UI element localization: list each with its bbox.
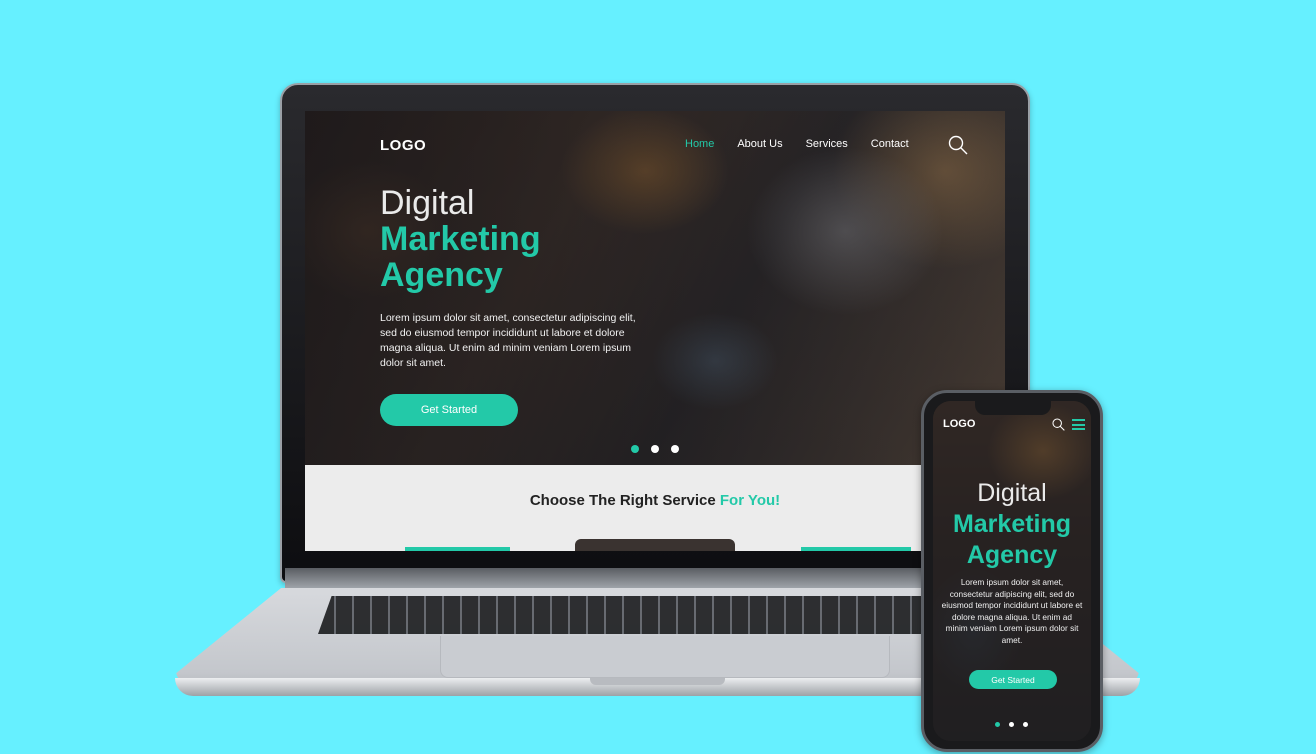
mobile-slider-dots [995,722,1028,727]
service-card-image-edge [575,539,735,551]
laptop-opening-notch [590,678,725,685]
services-heading: Choose The Right Service For You! [305,492,1005,509]
slider-dot-2[interactable] [651,445,659,453]
mobile-hero-heading-line1: Digital [977,479,1047,507]
mobile-hero-heading: Digital Marketing Agency [933,478,1091,571]
mobile-hero-description: Lorem ipsum dolor sit amet, consectetur … [941,577,1083,645]
nav-item-services[interactable]: Services [806,138,848,150]
mobile-hero-heading-line2: Marketing [952,510,1072,538]
mobile-get-started-button[interactable]: Get Started [969,670,1057,689]
hero-heading-line3: Agency [380,256,503,294]
nav-item-contact[interactable]: Contact [871,138,909,150]
laptop-keyboard [318,596,998,634]
phone-mockup: LOGO Digital Marketing Agency Lorem ipsu… [921,390,1103,752]
laptop-screen: LOGO Home About Us Services Contact Digi… [305,111,1005,551]
slider-dot-3[interactable] [671,445,679,453]
mobile-slider-dot-2[interactable] [1009,722,1014,727]
mobile-logo[interactable]: LOGO [943,418,975,430]
service-card-edge [801,547,911,551]
phone-screen: LOGO Digital Marketing Agency Lorem ipsu… [933,401,1091,741]
hero-heading-line2: Marketing [380,220,541,258]
nav-item-about-us[interactable]: About Us [737,138,782,150]
service-card-edge [405,547,510,551]
slider-dot-1[interactable] [631,445,639,453]
main-nav: Home About Us Services Contact [685,138,909,150]
mobile-hero-heading-line3: Agency [966,541,1058,569]
hero-heading-line1: Digital [380,184,475,222]
slider-dots [631,445,679,453]
mobile-slider-dot-3[interactable] [1023,722,1028,727]
laptop-trackpad [440,636,890,678]
services-heading-accent: For You! [719,492,781,509]
hero-description: Lorem ipsum dolor sit amet, consectetur … [380,312,636,369]
mobile-slider-dot-1[interactable] [995,722,1000,727]
hero-section: LOGO Home About Us Services Contact Digi… [305,111,1005,465]
phone-notch [975,401,1051,415]
services-heading-prefix: Choose The Right Service [529,492,716,509]
search-icon[interactable] [948,135,968,155]
laptop-hinge [285,568,1025,590]
mobile-search-icon[interactable] [1052,418,1065,431]
laptop-mockup: LOGO Home About Us Services Contact Digi… [0,0,1316,754]
get-started-button[interactable]: Get Started [380,394,518,426]
site-logo[interactable]: LOGO [380,137,426,154]
nav-item-home[interactable]: Home [685,138,714,150]
hero-heading: Digital Marketing Agency [380,185,541,293]
hamburger-menu-icon[interactable] [1072,419,1085,430]
